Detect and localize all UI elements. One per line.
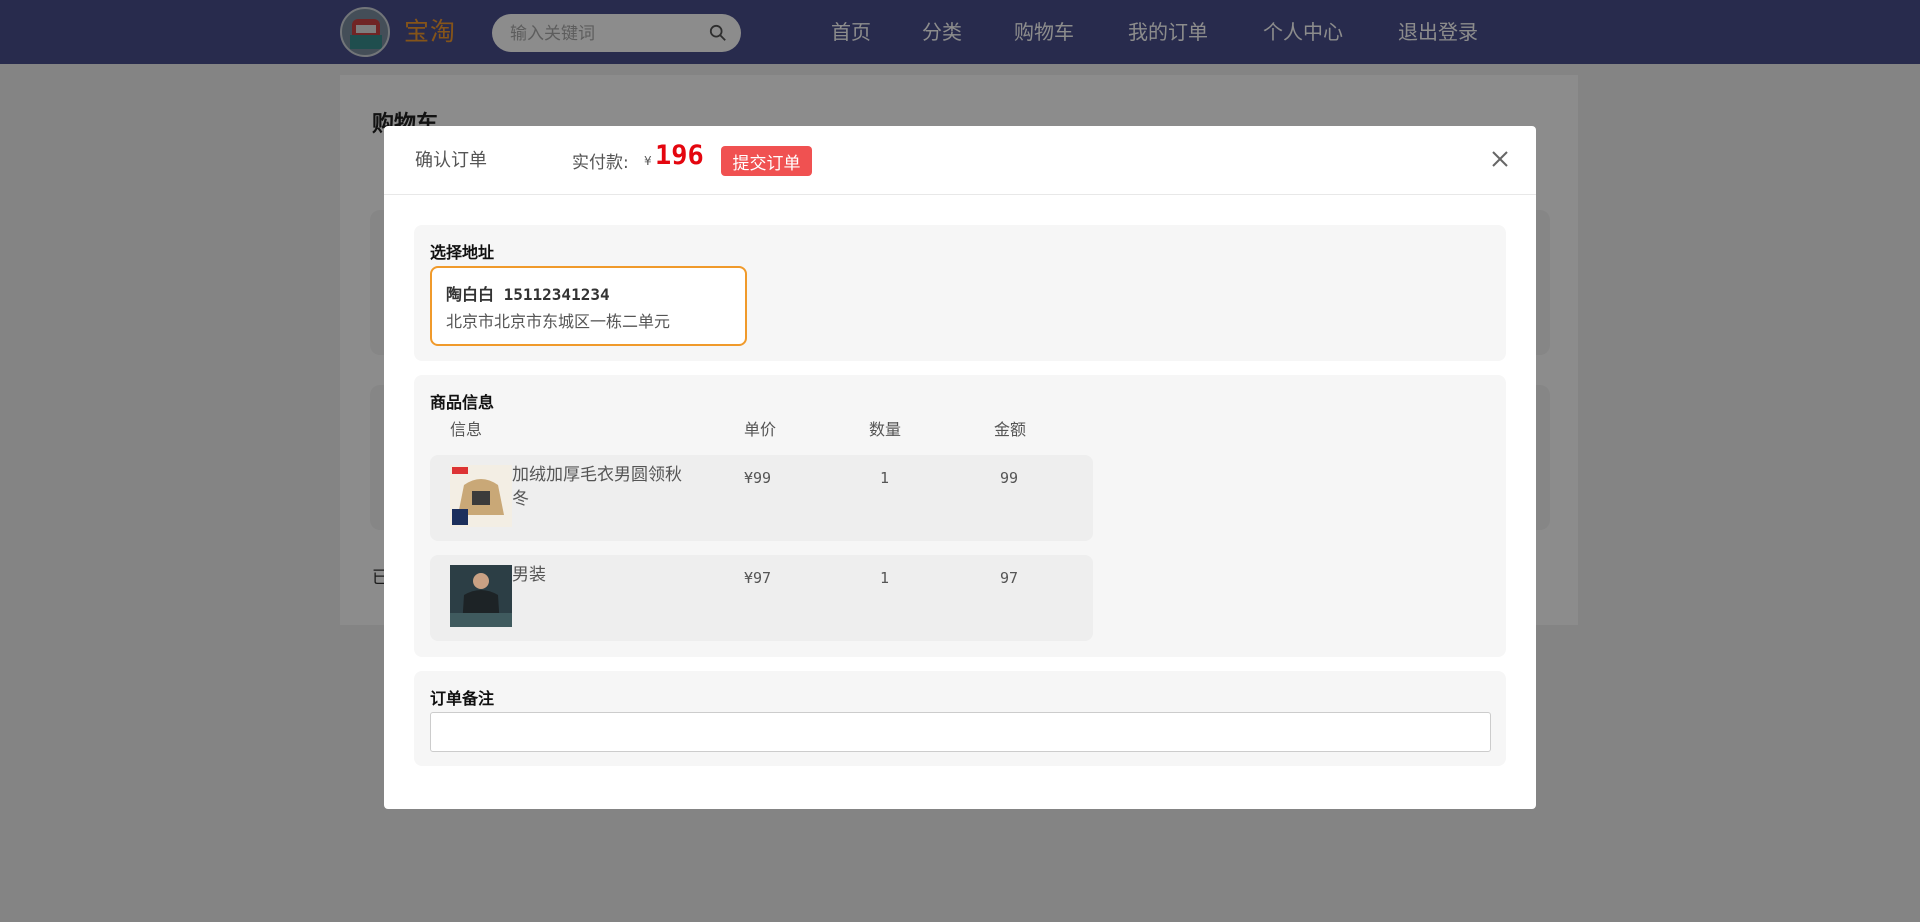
close-icon[interactable] xyxy=(1489,148,1511,170)
currency-symbol: ¥ xyxy=(644,154,652,168)
remark-section: 订单备注 xyxy=(414,671,1506,766)
goods-section-title: 商品信息 xyxy=(430,393,495,412)
address-detail: 北京市北京市东城区一栋二单元 xyxy=(446,312,671,331)
pay-label: 实付款: xyxy=(572,153,629,173)
product-image xyxy=(450,565,512,627)
address-section: 选择地址 陶白白 15112341234 北京市北京市东城区一栋二单元 xyxy=(414,225,1506,361)
product-name: 男装 xyxy=(512,565,546,585)
product-name: 加绒加厚毛衣男圆领秋冬 xyxy=(512,465,682,509)
product-amount: 99 xyxy=(1000,469,1019,487)
product-amount: 97 xyxy=(1000,569,1019,587)
confirm-order-dialog: 确认订单 实付款: ¥ 196 提交订单 选择地址 陶白白 1511234123… xyxy=(384,126,1536,809)
goods-row: 加绒加厚毛衣男圆领秋冬 ¥99 1 99 xyxy=(430,455,1093,541)
column-header-qty: 数量 xyxy=(869,420,902,439)
dialog-header: 确认订单 实付款: ¥ 196 提交订单 xyxy=(384,126,1536,195)
product-qty: 1 xyxy=(880,469,890,487)
column-header-price: 单价 xyxy=(744,420,777,439)
product-price: ¥97 xyxy=(744,569,772,587)
product-price: ¥99 xyxy=(744,469,772,487)
address-name-phone: 陶白白 15112341234 xyxy=(446,285,610,304)
product-image xyxy=(450,465,512,527)
pay-amount: 196 xyxy=(655,140,704,171)
address-section-title: 选择地址 xyxy=(430,243,495,262)
dialog-title: 确认订单 xyxy=(415,150,487,171)
order-remark-input[interactable] xyxy=(430,712,1491,752)
address-card[interactable]: 陶白白 15112341234 北京市北京市东城区一栋二单元 xyxy=(430,266,747,346)
remark-section-title: 订单备注 xyxy=(430,689,495,708)
goods-row: 男装 ¥97 1 97 xyxy=(430,555,1093,641)
product-qty: 1 xyxy=(880,569,890,587)
submit-order-button[interactable]: 提交订单 xyxy=(721,146,812,176)
goods-section: 商品信息 信息 单价 数量 金额 加绒加厚毛衣男圆领秋冬 ¥99 1 99 男装… xyxy=(414,375,1506,657)
column-header-amount: 金额 xyxy=(994,420,1027,439)
column-header-info: 信息 xyxy=(450,420,483,439)
